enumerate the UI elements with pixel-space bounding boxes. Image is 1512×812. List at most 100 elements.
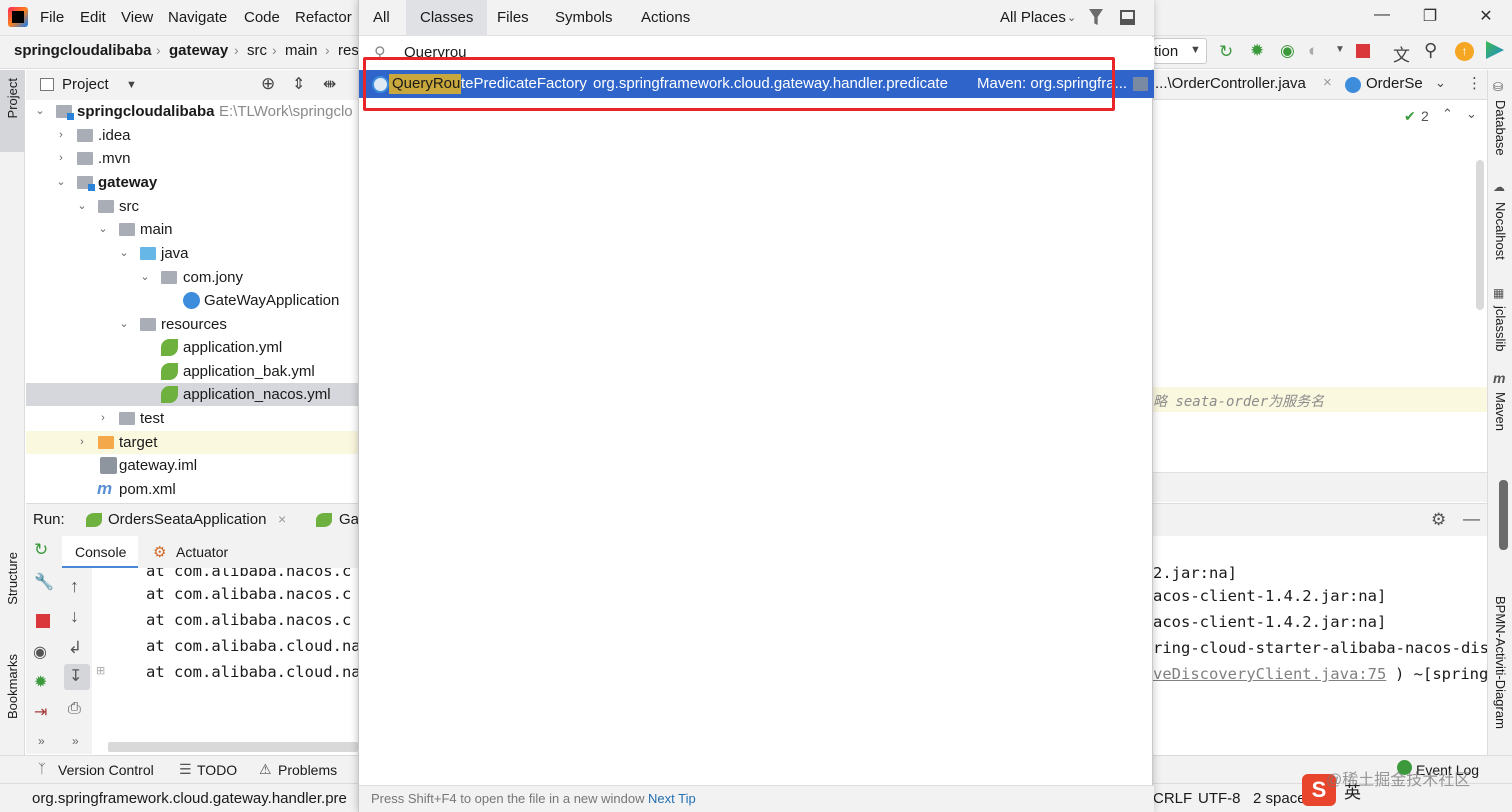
jclasslib-tool-tab[interactable]: jclasslib: [1493, 306, 1508, 352]
tab-classes[interactable]: Classes: [406, 0, 488, 36]
filter-icon[interactable]: [1089, 9, 1103, 25]
tree-node[interactable]: application_bak.yml: [26, 360, 358, 383]
debug-bug-icon[interactable]: ✹: [34, 672, 47, 692]
run-tab-orders[interactable]: OrdersSeataApplication: [108, 511, 266, 528]
print-icon[interactable]: ⎙: [68, 700, 81, 718]
indent-setting[interactable]: 2 space: [1253, 790, 1306, 807]
chevron-down-icon[interactable]: ⌄: [1466, 106, 1477, 122]
maven-tool-tab[interactable]: Maven: [1493, 392, 1508, 431]
chevron-down-icon[interactable]: ⌄: [1435, 75, 1446, 91]
chevron-down-icon[interactable]: ▼: [1335, 44, 1345, 55]
editor-tab-ordercontroller[interactable]: ...\OrderController.java: [1155, 75, 1306, 92]
chevron-up-icon[interactable]: ⌃: [1442, 106, 1453, 122]
camera-icon[interactable]: ◉: [33, 642, 47, 662]
fold-icon[interactable]: ⊞: [96, 664, 105, 677]
more-vertical-icon[interactable]: ⋮: [1467, 74, 1482, 92]
stop-icon[interactable]: [36, 614, 50, 628]
tree-node[interactable]: ⌄ main: [26, 218, 358, 241]
problems-tab[interactable]: Problems: [278, 762, 337, 778]
bookmarks-tool-tab[interactable]: Bookmarks: [5, 654, 20, 719]
tree-node-selected[interactable]: application_nacos.yml: [26, 383, 358, 406]
tree-node[interactable]: application.yml: [26, 336, 358, 359]
editor-tab-orderse[interactable]: OrderSe: [1366, 75, 1423, 92]
more-icon[interactable]: »: [72, 734, 79, 748]
menu-refactor[interactable]: Refactor: [295, 9, 352, 26]
gear-icon[interactable]: ⚙: [1431, 510, 1446, 530]
chevron-down-icon[interactable]: ⌄: [76, 195, 88, 218]
menu-edit[interactable]: Edit: [80, 9, 106, 26]
chevron-right-icon[interactable]: ›: [55, 147, 67, 170]
vertical-scrollbar[interactable]: [1499, 480, 1508, 550]
exit-icon[interactable]: ⇥: [34, 702, 47, 722]
rerun-icon[interactable]: ↻: [34, 540, 48, 560]
scope-selector[interactable]: All Places: [1000, 9, 1066, 26]
close-icon[interactable]: ✕: [1474, 6, 1498, 28]
restore-icon[interactable]: ❐: [1418, 6, 1442, 28]
tree-node[interactable]: m pom.xml: [26, 478, 358, 501]
open-in-window-icon[interactable]: [1120, 10, 1135, 25]
line-separator[interactable]: CRLF: [1153, 790, 1192, 807]
close-tab-icon[interactable]: ×: [1323, 74, 1332, 91]
chevron-right-icon[interactable]: ›: [76, 431, 88, 454]
file-encoding[interactable]: UTF-8: [1198, 790, 1241, 807]
wrench-icon[interactable]: 🔧: [34, 572, 54, 592]
todo-tab[interactable]: TODO: [197, 762, 237, 778]
chevron-down-icon[interactable]: ⌄: [55, 171, 67, 194]
profile-icon[interactable]: ◐: [1308, 41, 1318, 61]
rerun-icon[interactable]: ↻: [1219, 42, 1233, 62]
tab-files[interactable]: Files: [483, 0, 543, 36]
tab-actions[interactable]: Actions: [627, 0, 704, 36]
crumb-main[interactable]: main: [285, 42, 318, 59]
chevron-down-icon[interactable]: ⌄: [139, 266, 151, 289]
debug-icon[interactable]: ✹: [1250, 41, 1264, 61]
chevron-down-icon[interactable]: ⌄: [118, 242, 130, 265]
chevron-right-icon[interactable]: ›: [55, 124, 67, 147]
chevron-down-icon[interactable]: ▼: [126, 79, 137, 91]
structure-tool-tab[interactable]: Structure: [5, 552, 20, 605]
minimize-icon[interactable]: —: [1370, 6, 1394, 28]
actuator-tab[interactable]: Actuator: [176, 544, 228, 560]
tree-node[interactable]: ⌄ resources: [26, 313, 358, 336]
coverage-icon[interactable]: ◉: [1280, 41, 1295, 61]
tree-node[interactable]: › test: [26, 407, 358, 430]
update-icon[interactable]: ↑: [1455, 42, 1474, 61]
soft-wrap-icon[interactable]: ↲: [68, 638, 82, 658]
expand-all-icon[interactable]: ⇕: [292, 74, 305, 94]
run-tab-gateway[interactable]: Ga: [339, 511, 359, 528]
chevron-right-icon[interactable]: ›: [97, 407, 109, 430]
database-tool-tab[interactable]: Database: [1493, 100, 1508, 156]
menu-file[interactable]: File: [40, 9, 64, 26]
menu-navigate[interactable]: Navigate: [168, 9, 227, 26]
tree-node[interactable]: ⌄ gateway: [26, 171, 358, 194]
locate-icon[interactable]: ⊕: [261, 74, 275, 94]
hide-icon[interactable]: —: [1463, 509, 1480, 529]
tree-node[interactable]: ⌄ java: [26, 242, 358, 265]
chevron-down-icon[interactable]: ⌄: [34, 100, 46, 123]
horizontal-scrollbar[interactable]: [108, 742, 358, 752]
crumb-module[interactable]: gateway: [169, 42, 228, 59]
close-tab-icon[interactable]: ×: [278, 511, 286, 527]
console-tab[interactable]: Console: [62, 536, 138, 568]
nocalhost-tool-tab[interactable]: Nocalhost: [1493, 202, 1508, 260]
run-config-selector[interactable]: tion ▼: [1153, 38, 1207, 64]
arrow-up-icon[interactable]: ↑: [70, 576, 79, 597]
bpmn-tool-tab[interactable]: BPMN-Activiti-Diagram: [1493, 596, 1508, 729]
next-tip-link[interactable]: Next Tip: [648, 791, 696, 806]
tree-node[interactable]: GateWayApplication: [26, 289, 358, 312]
tree-node[interactable]: › .mvn: [26, 147, 358, 170]
editor-scrollbar[interactable]: [1476, 160, 1484, 310]
crumb-src[interactable]: src: [247, 42, 267, 59]
translate-icon[interactable]: 文: [1393, 41, 1410, 66]
collapse-all-icon[interactable]: ⇼: [323, 74, 336, 94]
chevron-down-icon[interactable]: ⌄: [118, 313, 130, 336]
editor-area[interactable]: [1153, 70, 1487, 502]
crumb-resources[interactable]: res: [338, 42, 359, 59]
tab-all[interactable]: All: [359, 0, 404, 36]
console-output-right[interactable]: 2.jar:na] acos-client-1.4.2.jar:na] acos…: [1153, 503, 1489, 754]
tree-node[interactable]: gateway.iml: [26, 454, 358, 477]
version-control-tab[interactable]: Version Control: [58, 762, 154, 778]
project-tool-tab[interactable]: Project: [0, 70, 25, 152]
tree-node[interactable]: › target: [26, 431, 358, 454]
chevron-down-icon[interactable]: ⌄: [1067, 11, 1076, 24]
arrow-down-icon[interactable]: ↓: [70, 606, 79, 627]
